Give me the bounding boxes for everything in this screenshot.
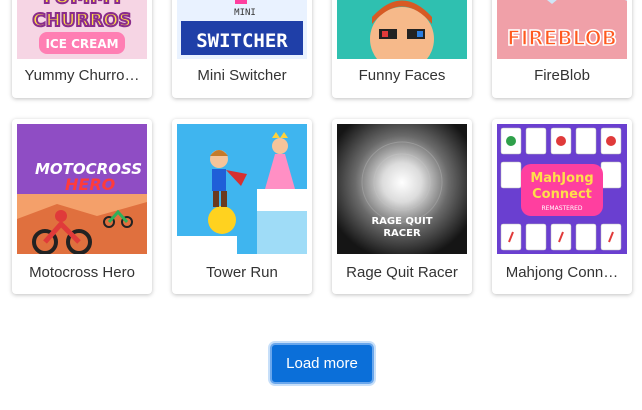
game-card-rage-quit-racer[interactable]: RAGE QUIT RACER Rage Quit Racer	[332, 119, 472, 294]
motocross-hero-art: MOTOCROSS HERO	[17, 124, 147, 254]
game-thumbnail[interactable]: MINI SWITCHER	[177, 0, 307, 59]
mahjong-connect-art: MahJong Connect REMASTERED	[497, 124, 627, 254]
game-thumbnail[interactable]	[177, 124, 307, 254]
fireblob-art: FIREBLOB	[497, 0, 627, 59]
svg-text:HERO: HERO	[65, 175, 116, 194]
svg-text:CHURROS: CHURROS	[33, 10, 132, 31]
game-thumbnail[interactable]: RAGE QUIT RACER	[337, 124, 467, 254]
svg-text:MINI: MINI	[234, 8, 256, 18]
game-title[interactable]: Funny Faces	[336, 67, 468, 84]
svg-text:FIREBLOB: FIREBLOB	[507, 26, 617, 50]
svg-text:RAGE QUIT: RAGE QUIT	[371, 216, 432, 227]
game-thumbnail[interactable]: MOTOCROSS HERO	[17, 124, 147, 254]
svg-text:MahJong: MahJong	[530, 171, 593, 186]
game-title[interactable]: Yummy Churro…	[16, 67, 148, 84]
svg-text:SWITCHER: SWITCHER	[196, 30, 288, 52]
game-thumbnail[interactable]: YUMMY CHURROS ICE CREAM	[17, 0, 147, 59]
rage-quit-racer-art: RAGE QUIT RACER	[337, 124, 467, 254]
tower-run-art	[177, 124, 307, 254]
game-title[interactable]: Motocross Hero	[16, 264, 148, 281]
yummy-churros-art: YUMMY CHURROS ICE CREAM	[17, 0, 147, 59]
mini-switcher-art: MINI SWITCHER	[177, 0, 307, 59]
svg-text:REMASTERED: REMASTERED	[541, 205, 582, 212]
svg-text:YUMMY: YUMMY	[38, 0, 125, 8]
game-card-motocross-hero[interactable]: MOTOCROSS HERO Motocross Hero	[12, 119, 152, 294]
game-card-funny-faces[interactable]: Funny Faces	[332, 0, 472, 98]
game-card-mahjong-connect[interactable]: MahJong Connect REMASTERED Mahjong Conn…	[492, 119, 632, 294]
game-card-fireblob[interactable]: FIREBLOB FireBlob	[492, 0, 632, 98]
svg-text:ICE CREAM: ICE CREAM	[45, 37, 118, 51]
game-title[interactable]: Rage Quit Racer	[336, 264, 468, 281]
load-more-button[interactable]: Load more	[270, 343, 374, 384]
funny-faces-art	[337, 0, 467, 59]
svg-text:Connect: Connect	[532, 187, 592, 202]
game-title[interactable]: FireBlob	[496, 67, 628, 84]
game-thumbnail[interactable]: FIREBLOB	[497, 0, 627, 59]
game-card-yummy-churros[interactable]: YUMMY CHURROS ICE CREAM Yummy Churro…	[12, 0, 152, 98]
game-card-mini-switcher[interactable]: MINI SWITCHER Mini Switcher	[172, 0, 312, 98]
svg-text:RACER: RACER	[383, 228, 421, 239]
game-title[interactable]: Tower Run	[176, 264, 308, 281]
game-title[interactable]: Mini Switcher	[176, 67, 308, 84]
game-thumbnail[interactable]	[337, 0, 467, 59]
game-title[interactable]: Mahjong Conn…	[496, 264, 628, 281]
game-card-tower-run[interactable]: Tower Run	[172, 119, 312, 294]
game-thumbnail[interactable]: MahJong Connect REMASTERED	[497, 124, 627, 254]
